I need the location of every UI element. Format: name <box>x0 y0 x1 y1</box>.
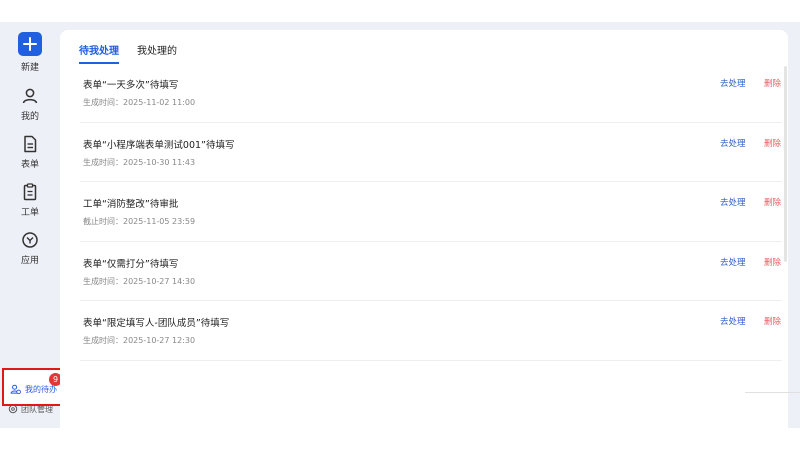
sidebar-item-label: 新建 <box>20 63 39 73</box>
scrollbar[interactable] <box>784 66 787 262</box>
process-link[interactable]: 去处理 <box>720 256 746 268</box>
list-item: 表单“仅需打分”待填写 生成时间：2025-10-27 14:30 去处理 删除 <box>80 242 782 301</box>
sidebar-item-new[interactable]: 新建 <box>0 32 60 73</box>
sidebar-item-label: 我的待办 <box>25 385 57 394</box>
sidebar-item-label: 工单 <box>20 208 39 218</box>
process-link[interactable]: 去处理 <box>720 315 746 327</box>
list-item: 表单“一天多次”待填写 生成时间：2025-11-02 11:00 去处理 删除 <box>80 63 782 123</box>
task-time: 生成时间：2025-10-27 14:30 <box>83 276 196 286</box>
process-link[interactable]: 去处理 <box>720 196 746 208</box>
tab-processed[interactable]: 我处理的 <box>137 42 177 64</box>
list-item: 表单“小程序端表单测试001”待填写 生成时间：2025-10-30 11:43… <box>80 123 782 182</box>
settings-icon <box>8 404 18 414</box>
task-time: 生成时间：2025-10-30 11:43 <box>83 157 196 167</box>
todo-people-icon <box>10 384 21 395</box>
divider <box>745 392 800 393</box>
task-time: 截止时间：2025-11-05 23:59 <box>83 217 196 226</box>
task-time: 生成时间：2025-10-27 12:30 <box>83 336 196 345</box>
main-panel: 待我处理 我处理的 表单“一天多次”待填写 生成时间：2025-11-02 11… <box>60 30 788 428</box>
process-link[interactable]: 去处理 <box>720 77 746 89</box>
delete-link[interactable]: 删除 <box>764 256 781 268</box>
task-list: 表单“一天多次”待填写 生成时间：2025-11-02 11:00 去处理 删除… <box>80 63 782 361</box>
list-item: 表单“限定填写人-团队成员”待填写 生成时间：2025-10-27 12:30 … <box>80 301 782 361</box>
task-time: 生成时间：2025-11-02 11:00 <box>83 98 196 107</box>
task-title: 工单“消防整改”待审批 <box>83 199 179 210</box>
top-bar <box>0 0 800 22</box>
sidebar-item-label: 应用 <box>20 256 39 266</box>
clipboard-icon <box>23 183 37 201</box>
delete-link[interactable]: 删除 <box>764 77 781 89</box>
task-title: 表单“小程序端表单测试001”待填写 <box>83 139 235 151</box>
task-title: 表单“限定填写人-团队成员”待填写 <box>83 318 230 329</box>
sidebar-item-label: 团队管理 <box>21 404 53 414</box>
delete-link[interactable]: 删除 <box>764 137 781 149</box>
user-icon <box>22 88 38 104</box>
sidebar-item-forms[interactable]: 表单 <box>0 134 60 170</box>
sidebar-item-team[interactable]: 团队管理 <box>8 402 53 416</box>
form-icon <box>24 135 37 153</box>
delete-link[interactable]: 删除 <box>764 196 781 208</box>
delete-link[interactable]: 删除 <box>764 315 781 327</box>
tab-bar: 待我处理 我处理的 <box>79 42 177 64</box>
sidebar-item-label: 我的 <box>20 112 39 122</box>
process-link[interactable]: 去处理 <box>720 137 746 149</box>
sidebar-item-workorders[interactable]: 工单 <box>0 182 60 218</box>
sidebar-item-todo[interactable]: 我的待办 <box>10 384 57 395</box>
app-icon <box>22 232 38 248</box>
sidebar-item-apps[interactable]: 应用 <box>0 230 60 266</box>
tab-pending[interactable]: 待我处理 <box>79 42 119 64</box>
list-item: 工单“消防整改”待审批 截止时间：2025-11-05 23:59 去处理 删除 <box>80 182 782 242</box>
todo-highlight: 9 我的待办 <box>2 368 66 406</box>
task-title: 表单“仅需打分”待填写 <box>83 258 179 270</box>
plus-icon <box>18 32 42 56</box>
sidebar-item-mine[interactable]: 我的 <box>0 86 60 122</box>
sidebar-item-label: 表单 <box>20 160 39 170</box>
task-title: 表单“一天多次”待填写 <box>83 80 179 91</box>
